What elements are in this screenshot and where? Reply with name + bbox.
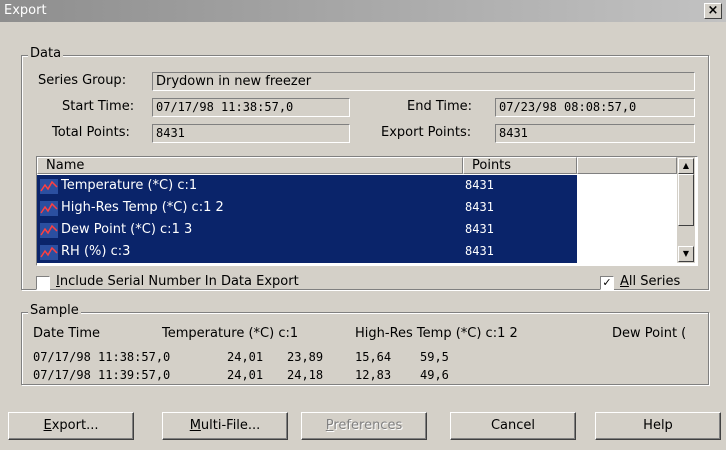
window-title: Export [4,3,47,18]
sample-header-datetime: Date Time [33,326,101,341]
list-item-name: Temperature (*C) c:1 [61,178,198,193]
list-item-points: 8431 [465,222,494,236]
list-item-points: 8431 [465,178,494,192]
all-series-label[interactable]: All Series [620,274,680,289]
cancel-button[interactable]: Cancel [450,412,576,440]
close-button[interactable]: × [704,3,722,19]
sample-group-legend: Sample [28,303,81,318]
list-item-name: RH (%) c:3 [61,244,131,259]
list-item-name: Dew Point (*C) c:1 3 [61,222,193,237]
include-serial-label[interactable]: Include Serial Number In Data Export [56,274,299,289]
column-header-name[interactable]: Name [37,157,463,174]
close-icon: × [707,3,719,18]
preferences-button[interactable]: Preferences [301,412,427,440]
sample-header-dew-point: Dew Point ( [612,326,687,341]
end-time-label: End Time: [407,99,473,114]
list-item[interactable]: RH (%) c:3 8431 [37,241,577,263]
title-bar: Export × [0,0,726,22]
list-item-name: High-Res Temp (*C) c:1 2 [61,200,224,215]
sample-header-high-res: High-Res Temp (*C) c:1 2 [355,326,518,341]
export-button[interactable]: Export... [8,412,134,440]
list-item[interactable]: High-Res Temp (*C) c:1 2 8431 [37,197,577,219]
sample-header-temperature: Temperature (*C) c:1 [162,326,299,341]
help-button[interactable]: Help [595,412,721,440]
scroll-up-button[interactable]: ▲ [678,158,694,174]
list-item-points: 8431 [465,200,494,214]
list-item[interactable]: Dew Point (*C) c:1 3 8431 [37,219,577,241]
export-points-field[interactable]: 8431 [495,124,695,143]
series-group-field[interactable]: Drydown in new freezer [152,72,695,91]
series-list[interactable]: Name Points Temperature (*C) c:1 8431 Hi… [36,156,698,266]
start-time-label: Start Time: [62,99,135,114]
include-serial-checkbox[interactable] [36,276,50,290]
list-item[interactable]: Temperature (*C) c:1 8431 [37,175,577,197]
total-points-field[interactable]: 8431 [152,124,350,143]
start-time-field[interactable]: 07/17/98 11:38:57,0 [152,98,350,117]
column-header-points[interactable]: Points [463,157,577,174]
end-time-field[interactable]: 07/23/98 08:08:57,0 [495,98,695,117]
data-group-legend: Data [28,46,64,61]
series-group-label: Series Group: [38,73,127,88]
multi-file-button[interactable]: Multi-File... [162,412,288,440]
total-points-label: Total Points: [52,125,130,140]
column-header-blank[interactable] [577,157,677,174]
scroll-down-button[interactable]: ▼ [678,246,694,262]
chart-line-icon [40,245,58,260]
list-item-points: 8431 [465,244,494,258]
chart-line-icon [40,223,58,238]
scroll-thumb[interactable] [678,174,694,226]
all-series-checkbox[interactable]: ✓ [600,276,614,290]
export-points-label: Export Points: [381,125,472,140]
chart-line-icon [40,179,58,194]
chart-line-icon [40,201,58,216]
vertical-scrollbar[interactable]: ▲ ▼ [677,157,695,263]
